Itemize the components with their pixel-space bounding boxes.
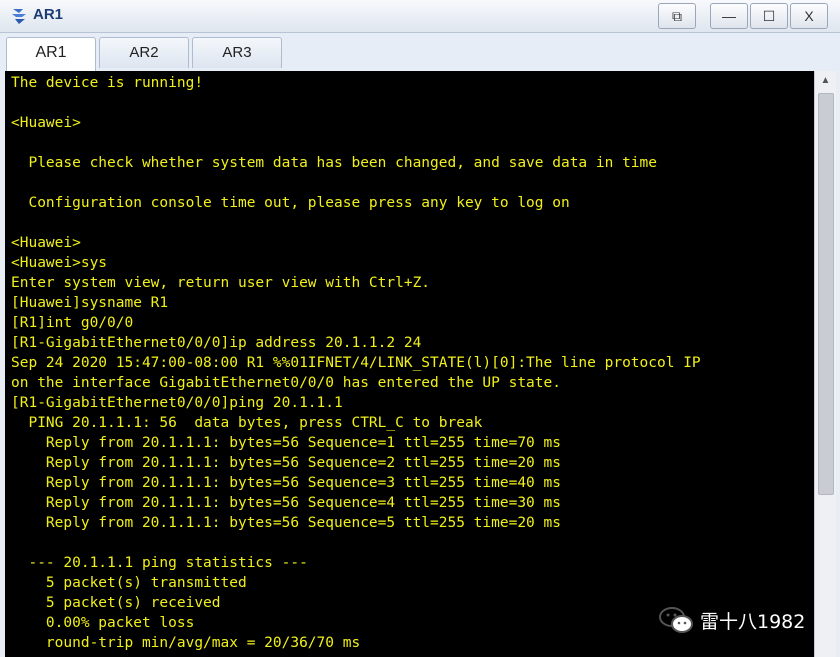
console-line: Configuration console time out, please p…	[11, 195, 570, 211]
console-line: Reply from 20.1.1.1: bytes=56 Sequence=5…	[11, 515, 561, 531]
console-line: on the interface GigabitEthernet0/0/0 ha…	[11, 375, 561, 391]
tab-ar1[interactable]: AR1	[6, 37, 96, 71]
restore-button[interactable]: ⧉	[658, 3, 696, 29]
close-button[interactable]: X	[790, 3, 828, 29]
vertical-scrollbar[interactable]: ▲	[814, 71, 836, 657]
tab-ar2[interactable]: AR2	[99, 37, 189, 68]
watermark-text: 雷十八1982	[700, 610, 806, 633]
console-line: Reply from 20.1.1.1: bytes=56 Sequence=3…	[11, 475, 561, 491]
console-line: <Huawei>	[11, 115, 81, 131]
console-line: [R1]int g0/0/0	[11, 315, 134, 331]
console-line: [R1-GigabitEthernet0/0/0]ping 20.1.1.1	[11, 395, 343, 411]
maximize-button[interactable]: ☐	[750, 3, 788, 29]
console-line: <Huawei>sys	[11, 255, 108, 271]
triangle-up-icon[interactable]: ▲	[815, 71, 836, 91]
watermark: 雷十八1982	[658, 603, 805, 637]
console-line: --- 20.1.1.1 ping statistics ---	[11, 555, 308, 571]
minimize-button[interactable]: —	[710, 3, 748, 29]
console-line: Reply from 20.1.1.1: bytes=56 Sequence=4…	[11, 495, 561, 511]
console-output: The device is running! <Huawei> Please c…	[5, 71, 814, 653]
wechat-icon	[659, 607, 693, 633]
console-line: <Huawei>	[11, 235, 81, 251]
router-app-icon	[12, 9, 26, 24]
console-terminal[interactable]: The device is running! <Huawei> Please c…	[5, 71, 814, 657]
console-line: Reply from 20.1.1.1: bytes=56 Sequence=2…	[11, 455, 561, 471]
console-line: Enter system view, return user view with…	[11, 275, 431, 291]
tab-ar3[interactable]: AR3	[192, 37, 282, 68]
title-bar: AR1 ⧉ — ☐ X	[0, 0, 840, 33]
console-line: 5 packet(s) transmitted	[11, 575, 247, 591]
console-line: Sep 24 2020 15:47:00-08:00 R1 %%01IFNET/…	[11, 355, 701, 371]
console-line: [R1-GigabitEthernet0/0/0]ip address 20.1…	[11, 335, 422, 351]
tab-bar: AR1 AR2 AR3	[0, 33, 840, 71]
console-line: PING 20.1.1.1: 56 data bytes, press CTRL…	[11, 415, 483, 431]
scroll-thumb[interactable]	[818, 93, 834, 495]
console-line: Please check whether system data has bee…	[11, 155, 658, 171]
console-line: Reply from 20.1.1.1: bytes=56 Sequence=1…	[11, 435, 561, 451]
console-line: [Huawei]sysname R1	[11, 295, 169, 311]
window-title: AR1	[33, 6, 64, 23]
console-line: The device is running!	[11, 75, 204, 91]
